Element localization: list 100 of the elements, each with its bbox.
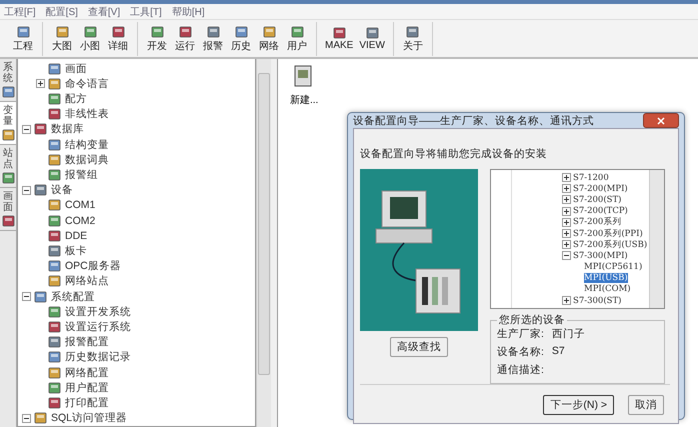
scrollbar[interactable]: [649, 170, 664, 308]
tree-item[interactable]: 数据词典: [18, 152, 255, 168]
tree-item[interactable]: 配方: [18, 91, 255, 107]
expand-icon[interactable]: [562, 195, 571, 204]
tab-icon: [2, 215, 14, 227]
field-label: 通信描述:: [497, 363, 544, 377]
device-tree-item[interactable]: S7-200系列(USB): [562, 239, 649, 250]
expand-icon[interactable]: [562, 240, 571, 250]
tree-item[interactable]: 数据库: [18, 122, 255, 138]
device-tree-item[interactable]: MPI(COM): [562, 284, 649, 296]
device-tree-item[interactable]: S7-200系列(PPI): [562, 228, 649, 240]
expand-icon[interactable]: [36, 79, 45, 88]
expand-icon[interactable]: [562, 229, 571, 238]
advanced-search-button[interactable]: 高级查找: [390, 337, 448, 357]
menu-item[interactable]: 工程[F]: [4, 4, 36, 18]
device-tree-item[interactable]: S7-300(ST): [562, 295, 649, 306]
toolbar-button[interactable]: 关于: [400, 22, 426, 56]
field-value: S7: [552, 345, 565, 359]
tree-item[interactable]: 板卡: [18, 243, 255, 259]
toolbar-button[interactable]: 运行: [172, 22, 198, 56]
side-tab[interactable]: 画面: [0, 188, 16, 231]
tile-icon: [332, 27, 346, 39]
toolbar-button[interactable]: MAKE: [323, 22, 356, 56]
toolbar-button[interactable]: 开发: [144, 22, 170, 56]
scrollbar[interactable]: [256, 59, 271, 427]
tile-icon: [16, 26, 30, 38]
toolbar-button[interactable]: 网络: [256, 22, 282, 56]
expand-icon[interactable]: [562, 218, 571, 227]
tree-node-icon: [48, 230, 61, 242]
device-tree-item[interactable]: S7-200(MPI): [562, 183, 649, 194]
tree-item[interactable]: 历史数据记录: [18, 350, 255, 366]
expand-icon[interactable]: [562, 206, 571, 216]
device-tree-item[interactable]: S7-1200: [562, 172, 649, 184]
collapse-icon[interactable]: [22, 124, 31, 134]
tile-icon: [406, 26, 420, 38]
tile-icon: [366, 27, 379, 39]
tree-node-icon: [48, 214, 61, 227]
tree-item[interactable]: 系统配置: [18, 289, 255, 304]
expand-icon[interactable]: [562, 296, 571, 306]
tab-icon: [2, 86, 14, 98]
device-tree-item[interactable]: S7-200(TCP): [562, 206, 649, 217]
tree-node-icon: [48, 62, 61, 75]
tree-item[interactable]: 设置运行系统: [18, 319, 255, 335]
intro-text: 设备配置向导将辅助您完成设备的安装: [360, 147, 548, 161]
tree-item[interactable]: 结构变量: [18, 137, 255, 152]
field-label: 生产厂家:: [497, 327, 544, 341]
tile-icon: [56, 26, 68, 38]
next-button[interactable]: 下一步(N) >: [543, 395, 614, 415]
device-tree-item[interactable]: MPI(CP5611): [562, 262, 649, 273]
new-item[interactable]: 新建...: [290, 65, 318, 107]
expand-icon[interactable]: [562, 173, 571, 182]
tree-item[interactable]: 设置开发系统: [18, 304, 255, 320]
menu-item[interactable]: 配置[S]: [46, 4, 78, 18]
tree-item[interactable]: COM1: [18, 198, 255, 214]
side-tab[interactable]: 系统: [0, 59, 16, 102]
toolbar-button[interactable]: 详细: [105, 22, 131, 56]
close-button[interactable]: [643, 113, 679, 128]
tree-item[interactable]: 画面: [18, 61, 255, 76]
field-label: 设备名称:: [497, 345, 544, 359]
device-tree-item[interactable]: S7-300(MPI): [562, 250, 649, 262]
device-tree-item[interactable]: S7-200系列: [562, 216, 649, 228]
tree-item[interactable]: 非线性表: [18, 106, 255, 122]
tree-item[interactable]: 网络配置: [18, 365, 255, 380]
tree-node-icon: [48, 351, 61, 364]
toolbar-button[interactable]: VIEW: [357, 22, 387, 56]
collapse-icon[interactable]: [22, 414, 31, 423]
collapse-icon[interactable]: [562, 251, 571, 260]
expand-icon[interactable]: [562, 184, 571, 194]
device-tree-item[interactable]: MPI(USB): [562, 272, 649, 284]
device-tree-item[interactable]: S7-200(ST): [562, 194, 649, 206]
toolbar-button[interactable]: 用户: [284, 22, 310, 56]
menu-item[interactable]: 查看[V]: [88, 4, 120, 18]
tree-item[interactable]: 命令语言: [18, 76, 255, 92]
toolbar-button[interactable]: 历史: [228, 22, 254, 56]
tree-item[interactable]: COM2: [18, 213, 255, 228]
tile-icon: [290, 26, 304, 38]
cancel-button[interactable]: 取消: [628, 395, 664, 415]
tree-item[interactable]: 用户配置: [18, 380, 255, 396]
tree-item[interactable]: 打印配置: [18, 395, 255, 411]
collapse-icon[interactable]: [22, 292, 31, 302]
toolbar-button[interactable]: 工程: [10, 22, 36, 56]
tile-icon: [178, 26, 192, 38]
tree-item[interactable]: DDE: [18, 228, 255, 244]
tree-item[interactable]: 报警配置: [18, 334, 255, 350]
toolbar-button[interactable]: 小图: [77, 22, 103, 56]
collapse-icon[interactable]: [22, 186, 31, 195]
tree-item[interactable]: 报警组: [18, 167, 255, 183]
side-tab[interactable]: 变量: [0, 102, 16, 145]
tree-item[interactable]: OPC服务器: [18, 258, 255, 274]
side-tab[interactable]: 站点: [0, 145, 16, 188]
dialog-title: 设备配置向导——生产厂家、设备名称、通讯方式: [353, 114, 594, 128]
tree-item[interactable]: 网络站点: [18, 274, 255, 290]
menu-item[interactable]: 工具[T]: [130, 4, 162, 18]
toolbar-button[interactable]: 大图: [49, 22, 75, 56]
tree-item[interactable]: 设备: [18, 182, 255, 198]
menu-item[interactable]: 帮助[H]: [172, 4, 205, 18]
tree-item[interactable]: SQL访问管理器: [18, 410, 255, 426]
tree-node-icon: [48, 138, 61, 151]
toolbar-button[interactable]: 报警: [200, 22, 226, 56]
tile-icon: [150, 26, 164, 38]
